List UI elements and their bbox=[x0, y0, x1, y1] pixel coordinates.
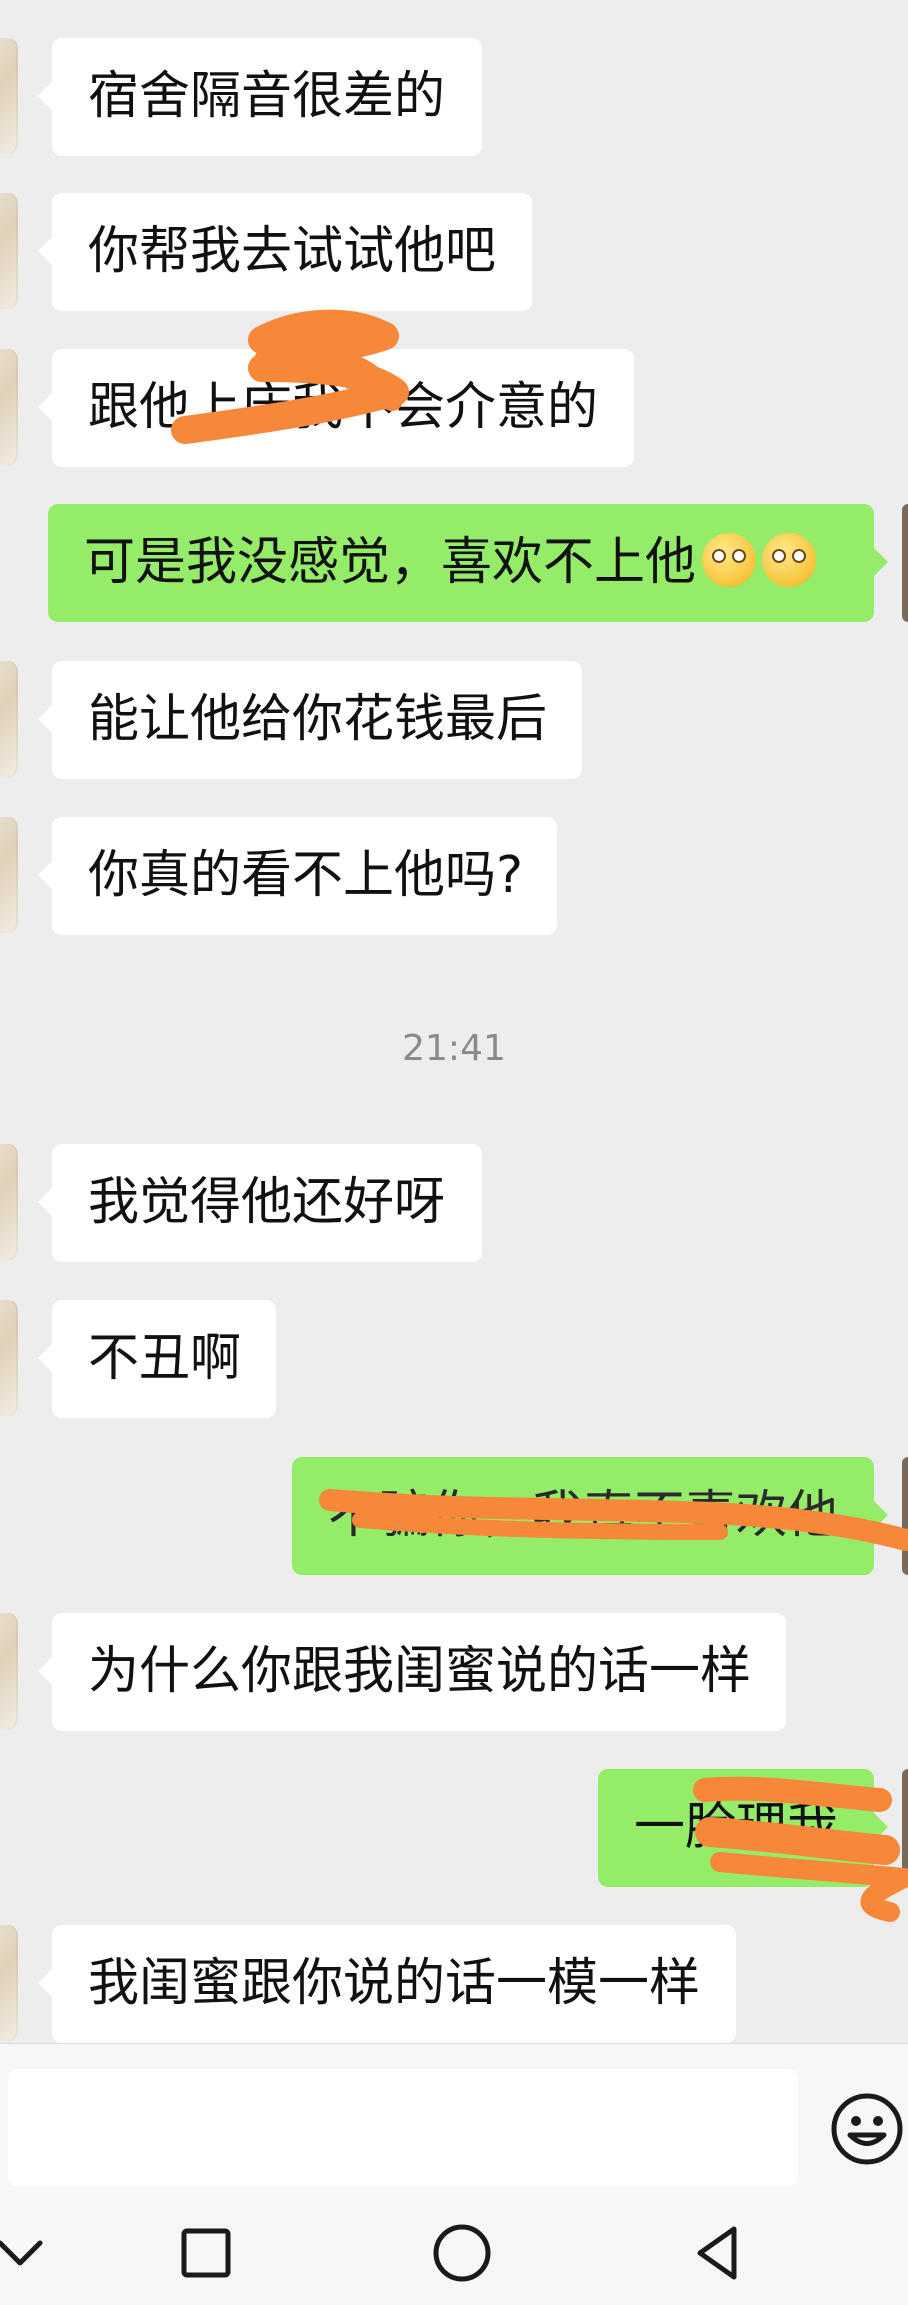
contact-avatar[interactable] bbox=[0, 349, 18, 465]
contact-avatar[interactable] bbox=[0, 1300, 18, 1416]
contact-avatar[interactable] bbox=[0, 1925, 18, 2041]
input-bar bbox=[0, 2043, 908, 2194]
circle-icon[interactable] bbox=[422, 2213, 502, 2293]
message-bubble-incoming[interactable]: 宿舍隔音很差的 bbox=[38, 38, 482, 156]
contact-avatar[interactable] bbox=[0, 1613, 18, 1729]
chevron-down-icon[interactable] bbox=[0, 2213, 60, 2293]
message-input[interactable] bbox=[8, 2069, 798, 2186]
message-text: 可是我没感觉，喜欢不上他 bbox=[84, 533, 697, 592]
grinning-face-emoji-icon bbox=[702, 533, 757, 587]
contact-avatar[interactable] bbox=[0, 38, 18, 154]
message-bubble-incoming[interactable]: 跟他上床我不会介意的 bbox=[38, 349, 634, 467]
message-bubble-incoming[interactable]: 能让他给你花钱最后 bbox=[38, 661, 582, 779]
self-avatar[interactable] bbox=[902, 504, 908, 622]
system-navigation-bar bbox=[0, 2193, 908, 2305]
contact-avatar[interactable] bbox=[0, 193, 18, 309]
message-bubble-incoming[interactable]: 我闺蜜跟你说的话一模一样 bbox=[38, 1925, 736, 2043]
message-bubble-incoming[interactable]: 不丑啊 bbox=[38, 1300, 276, 1418]
contact-avatar[interactable] bbox=[0, 817, 18, 933]
message-bubble-outgoing[interactable]: 可是我没感觉，喜欢不上他 bbox=[48, 504, 888, 622]
smiley-face-icon[interactable] bbox=[830, 2092, 904, 2166]
contact-avatar[interactable] bbox=[0, 661, 18, 777]
message-bubble-outgoing[interactable]: 一脸理我 bbox=[598, 1769, 888, 1887]
self-avatar[interactable] bbox=[902, 1457, 908, 1575]
triangle-back-icon[interactable] bbox=[678, 2213, 758, 2293]
message-bubble-incoming[interactable]: 你帮我去试试他吧 bbox=[38, 193, 532, 311]
self-avatar[interactable] bbox=[902, 1769, 908, 1887]
message-bubble-incoming[interactable]: 我觉得他还好呀 bbox=[38, 1144, 482, 1262]
contact-avatar[interactable] bbox=[0, 1144, 18, 1260]
message-bubble-incoming[interactable]: 你真的看不上他吗? bbox=[38, 817, 557, 935]
chat-timestamp: 21:41 bbox=[402, 1028, 506, 1069]
message-bubble-outgoing[interactable]: 不骗你，我真不喜欢他 bbox=[292, 1457, 888, 1575]
grinning-face-emoji-icon bbox=[762, 533, 817, 587]
square-icon[interactable] bbox=[166, 2213, 246, 2293]
message-bubble-incoming[interactable]: 为什么你跟我闺蜜说的话一样 bbox=[38, 1613, 786, 1731]
